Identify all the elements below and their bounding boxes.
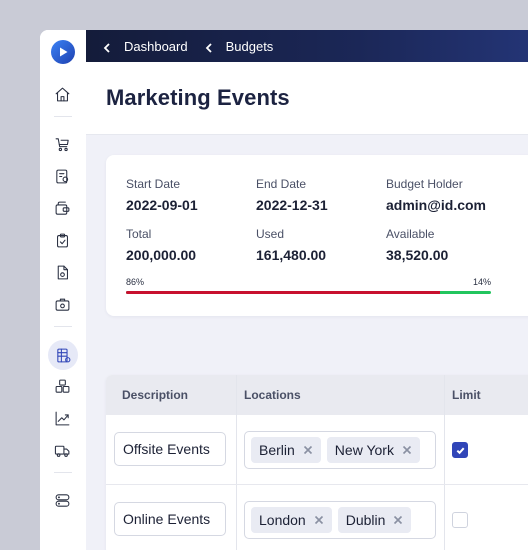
end-date-field: End Date 2022-12-31 [256,177,328,213]
breadcrumb: Dashboard Budgets [86,30,528,62]
description-input[interactable]: Online Events [114,502,226,536]
location-chip-label: Dublin [345,512,386,528]
column-header-description[interactable]: Description [122,388,188,402]
sidebar-divider [54,326,72,327]
main-content: Start Date 2022-09-01 End Date 2022-12-3… [86,135,528,550]
locations-multiselect[interactable]: Berlin New York [244,431,436,469]
location-chip: New York [326,437,420,463]
total-value: 200,000.00 [126,247,197,263]
sidebar-divider [54,472,72,473]
server-icon[interactable] [51,489,73,511]
location-chip: Dublin [337,507,412,533]
total-field: Total 200,000.00 [126,227,196,263]
breadcrumb-item-dashboard[interactable]: Dashboard [102,39,188,54]
end-date-label: End Date [256,177,307,191]
breadcrumb-label: Dashboard [124,38,188,54]
start-date-label: Start Date [126,177,181,191]
chevron-left-icon [204,41,214,53]
column-divider [236,375,237,550]
location-chip-label: Berlin [259,442,295,458]
budget-holder-field: Budget Holder admin@id.com [386,177,486,213]
remove-chip-icon[interactable] [314,515,324,525]
checkmark-icon [456,447,464,454]
available-label: Available [386,227,435,241]
limit-checkbox[interactable] [452,442,468,458]
app-logo[interactable] [51,40,75,64]
chevron-left-icon [102,41,112,53]
start-date-field: Start Date 2022-09-01 [126,177,198,213]
description-input[interactable]: Offsite Events [114,432,226,466]
column-header-limit[interactable]: Limit [452,388,481,402]
page-title: Marketing Events [106,85,290,110]
document-icon[interactable] [51,261,73,283]
table-header: Description Locations Limit [106,375,528,415]
locations-multiselect[interactable]: London Dublin [244,501,436,539]
row-divider [106,484,528,485]
remove-chip-icon[interactable] [402,445,412,455]
remove-chip-icon[interactable] [303,445,313,455]
sidebar-divider [54,116,72,117]
receipt-icon[interactable] [51,165,73,187]
briefcase-icon[interactable] [51,293,73,315]
budget-progress-bar [126,291,491,294]
budget-holder-label: Budget Holder [386,177,463,191]
remove-chip-icon[interactable] [393,515,403,525]
clipboard-check-icon[interactable] [51,229,73,251]
budget-table-icon[interactable] [48,340,78,370]
available-percent-label: 14% [472,277,491,287]
used-label: Used [256,227,285,241]
budget-progress-used [126,291,440,294]
truck-icon[interactable] [51,439,73,461]
breadcrumb-label: Budgets [225,38,274,54]
wallet-icon[interactable] [51,197,73,219]
column-divider [444,375,445,550]
limit-checkbox[interactable] [452,512,468,528]
available-field: Available 38,520.00 [386,227,448,263]
budget-summary-card: Start Date 2022-09-01 End Date 2022-12-3… [106,155,528,316]
breadcrumb-item-budgets[interactable]: Budgets [204,38,274,54]
location-chip-label: London [259,512,306,528]
total-label: Total [126,227,152,241]
play-logo-icon [60,47,68,57]
app-window: Dashboard Budgets Marketing Events Start… [40,30,528,550]
column-header-locations[interactable]: Locations [244,388,301,402]
home-icon[interactable] [51,83,73,105]
location-chip: London [251,507,332,533]
end-date-value: 2022-12-31 [256,197,328,213]
location-chip: Berlin [251,437,321,463]
boxes-icon[interactable] [51,375,73,397]
available-value: 38,520.00 [386,247,449,263]
budget-lines-table: Description Locations Limit Offsite Even… [106,375,528,550]
trend-chart-icon[interactable] [51,407,73,429]
start-date-value: 2022-09-01 [126,197,198,213]
location-chip-label: New York [334,442,394,458]
used-field: Used 161,480.00 [256,227,326,263]
sidebar [40,30,86,550]
used-percent-label: 86% [126,277,145,287]
cart-icon[interactable] [51,133,73,155]
budget-holder-value: admin@id.com [386,197,486,213]
used-value: 161,480.00 [256,247,327,263]
page-header: Marketing Events [86,62,528,135]
